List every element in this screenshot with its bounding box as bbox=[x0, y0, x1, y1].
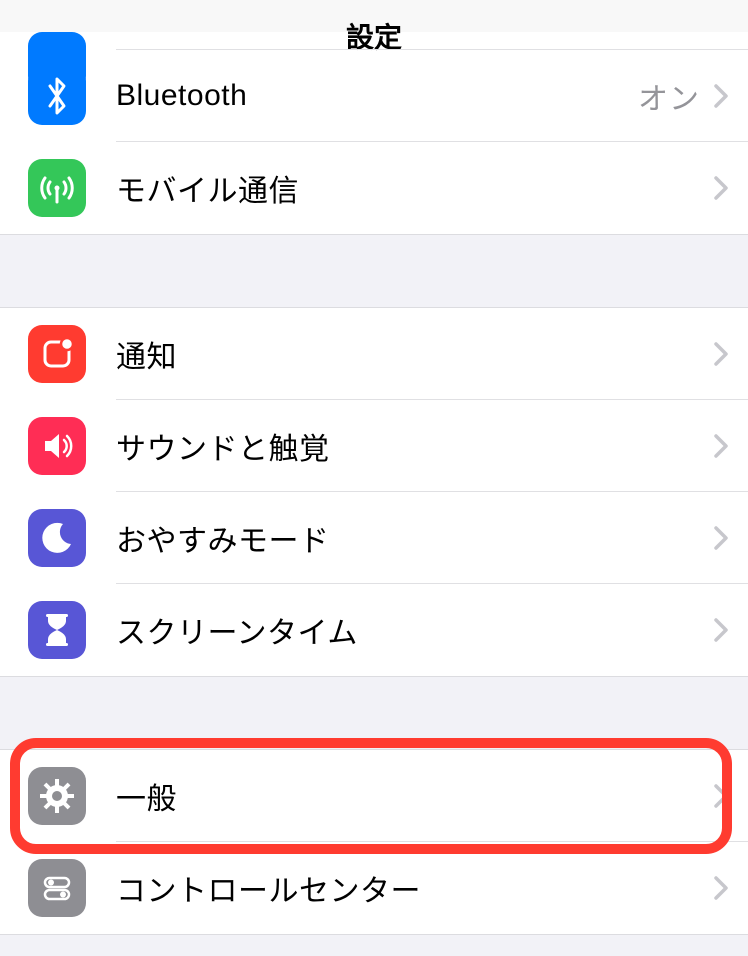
notifications-label: 通知 bbox=[116, 332, 714, 376]
sounds-row[interactable]: サウンドと触覚 bbox=[0, 400, 748, 492]
cellular-row[interactable]: モバイル通信 bbox=[0, 142, 748, 234]
cellular-label: モバイル通信 bbox=[116, 166, 714, 210]
section-connectivity: Bluetooth オン モバイル通信 bbox=[0, 32, 748, 235]
sounds-label: サウンドと触覚 bbox=[116, 424, 714, 468]
screentime-row[interactable]: スクリーンタイム bbox=[0, 584, 748, 676]
chevron-right-icon bbox=[714, 342, 728, 366]
screentime-label: スクリーンタイム bbox=[116, 608, 714, 652]
general-row[interactable]: 一般 bbox=[0, 750, 748, 842]
control-center-icon bbox=[28, 859, 86, 917]
moon-icon bbox=[28, 509, 86, 567]
chevron-right-icon bbox=[714, 84, 728, 108]
notifications-icon bbox=[28, 325, 86, 383]
chevron-right-icon bbox=[714, 434, 728, 458]
bluetooth-label: Bluetooth bbox=[116, 79, 638, 113]
section-general: 一般 コントロールセンター bbox=[0, 749, 748, 935]
general-label: 一般 bbox=[116, 774, 714, 818]
chevron-right-icon bbox=[714, 876, 728, 900]
notifications-row[interactable]: 通知 bbox=[0, 308, 748, 400]
partial-row[interactable] bbox=[0, 32, 748, 50]
control-center-label: コントロールセンター bbox=[116, 866, 714, 910]
hourglass-icon bbox=[28, 601, 86, 659]
chevron-right-icon bbox=[714, 784, 728, 808]
sounds-icon bbox=[28, 417, 86, 475]
bluetooth-detail: オン bbox=[638, 74, 700, 118]
bluetooth-row[interactable]: Bluetooth オン bbox=[0, 50, 748, 142]
chevron-right-icon bbox=[714, 176, 728, 200]
control-center-row[interactable]: コントロールセンター bbox=[0, 842, 748, 934]
bluetooth-icon bbox=[28, 67, 86, 125]
dnd-row[interactable]: おやすみモード bbox=[0, 492, 748, 584]
chevron-right-icon bbox=[714, 618, 728, 642]
dnd-label: おやすみモード bbox=[116, 516, 714, 560]
gear-icon bbox=[28, 767, 86, 825]
chevron-right-icon bbox=[714, 526, 728, 550]
cellular-icon bbox=[28, 159, 86, 217]
section-notifications: 通知 サウンドと触覚 おやすみモード bbox=[0, 307, 748, 677]
